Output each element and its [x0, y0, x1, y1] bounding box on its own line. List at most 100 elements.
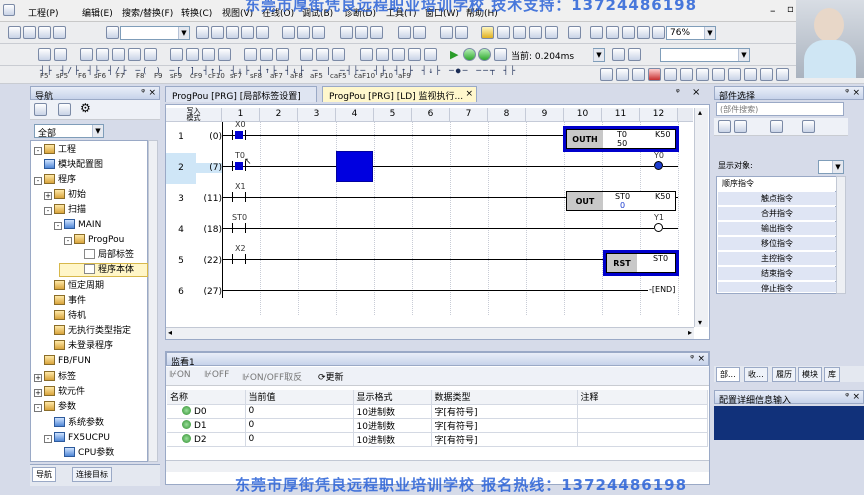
cross-ref-icon[interactable] [312, 26, 325, 39]
cell-comment[interactable] [577, 404, 708, 419]
scan-combo[interactable]: ▼ [593, 48, 605, 62]
target-combo[interactable]: ▼ [660, 48, 750, 62]
write-plc-icon[interactable] [355, 26, 368, 39]
watch-refresh-button[interactable]: ⟳更新 [318, 370, 344, 383]
pin-icon[interactable]: ᵠ [141, 88, 145, 98]
col-name[interactable]: 名称 [167, 390, 246, 405]
module-status-icon[interactable] [628, 48, 641, 61]
label-icon[interactable] [606, 26, 619, 39]
project-combo[interactable]: ▼ [120, 26, 190, 40]
sfc-icon[interactable] [202, 48, 215, 61]
ladder-template-icon[interactable] [760, 68, 773, 81]
tree-node-program[interactable]: - 程序 [34, 174, 76, 186]
rebuild-icon[interactable] [144, 48, 157, 61]
undo-icon[interactable] [241, 26, 254, 39]
tree-node-labels[interactable]: + 标签 [34, 371, 76, 383]
ladder-option-icon[interactable] [776, 68, 789, 81]
parts-tile-icon[interactable] [734, 120, 747, 133]
watch-on-button[interactable]: ⊮ON [169, 370, 191, 380]
collapse-icon[interactable]: - [64, 237, 72, 245]
scroll-right-icon[interactable]: ▸ [688, 328, 692, 337]
tab-local-label[interactable]: ProgPou [PRG] [局部标签设置] [165, 86, 317, 102]
col-display-format[interactable]: 显示格式 [353, 390, 432, 405]
verify-plc-icon[interactable] [370, 26, 383, 39]
menu-convert[interactable]: 转换(C) [181, 6, 212, 19]
ladder-line-icon[interactable] [632, 68, 645, 81]
watch-row[interactable]: D1 0 10进制数 字[有符号] [167, 418, 708, 433]
menu-project[interactable]: 工程(P) [28, 6, 58, 19]
new-project-icon[interactable] [8, 26, 21, 39]
cell-comment[interactable] [577, 432, 708, 447]
coil-y1[interactable] [654, 223, 663, 232]
parts-pin-icon[interactable]: ᵠ [845, 88, 849, 98]
editor-hscrollbar[interactable]: ◂ ▸ [166, 327, 694, 339]
comment-icon[interactable] [244, 48, 257, 61]
parts-item[interactable]: 结束指令 [718, 267, 836, 281]
nav-close-icon[interactable]: × [148, 88, 156, 98]
note-icon[interactable] [276, 48, 289, 61]
tree-node-event[interactable]: 事件 [44, 295, 86, 307]
nav-filter-select[interactable]: 全部 ▼ [34, 124, 104, 139]
device-display-icon[interactable] [300, 48, 313, 61]
statement-icon[interactable] [260, 48, 273, 61]
watch-window-icon[interactable] [440, 26, 453, 39]
tree-node-no-exec-type[interactable]: 无执行类型指定 [44, 325, 131, 337]
cell-format[interactable]: 10进制数 [353, 432, 432, 447]
tree-node-system-param[interactable]: 系统参数 [54, 417, 104, 429]
find-icon[interactable] [282, 26, 295, 39]
write-mode-icon[interactable] [316, 48, 329, 61]
tab-close-icon[interactable]: × [465, 89, 473, 99]
cell-value[interactable]: 0 [245, 418, 354, 433]
step-icon[interactable] [424, 48, 437, 61]
monitor-mode-icon[interactable] [360, 48, 373, 61]
editor-pin-icon[interactable]: ᵠ [676, 88, 680, 98]
intelligent-function-icon[interactable] [568, 26, 581, 39]
fb-icon[interactable] [54, 48, 67, 61]
parts-show-select[interactable]: ▼ [818, 160, 844, 174]
contact-x1[interactable] [232, 192, 246, 202]
tab-parts[interactable]: 部... [716, 367, 740, 382]
detail-pin-icon[interactable]: ᵠ [845, 392, 849, 402]
parts-category[interactable]: 顺序指令 [718, 177, 836, 191]
contact-x2[interactable] [232, 254, 246, 264]
pause-icon[interactable] [494, 48, 507, 61]
tree-node-fb-fun[interactable]: FB/FUN [34, 355, 91, 367]
zoom-out-icon[interactable] [637, 26, 650, 39]
collapse-icon[interactable]: - [34, 147, 42, 155]
tab-history[interactable]: 履历 [772, 367, 796, 382]
cpu-status-icon[interactable] [612, 48, 625, 61]
save-icon[interactable] [38, 26, 51, 39]
tree-node-cpu-param[interactable]: CPU参数 [64, 447, 114, 459]
simulator-stop-icon[interactable] [408, 48, 421, 61]
online-change-icon[interactable] [112, 48, 125, 61]
simulator-start-icon[interactable] [392, 48, 405, 61]
zoom-combo[interactable]: 76% ▼ [666, 26, 716, 40]
nav-filter-icon[interactable] [58, 103, 71, 116]
collapse-icon[interactable]: - [34, 404, 42, 412]
cell-value[interactable]: 0 [245, 432, 354, 447]
network-config-icon[interactable] [513, 26, 526, 39]
parts-list-icon[interactable] [718, 120, 731, 133]
parts-close-icon[interactable]: × [852, 88, 860, 98]
find-device-icon[interactable] [297, 26, 310, 39]
instruction-out[interactable]: OUT ST0 0 K50 [566, 191, 676, 211]
detail-close-icon[interactable]: × [852, 392, 860, 402]
restore-icon[interactable]: ▫ [787, 4, 794, 15]
monitor-write-icon[interactable] [376, 48, 389, 61]
tab-module[interactable]: 模块 [798, 367, 822, 382]
parts-scrollbar[interactable] [836, 176, 846, 294]
tree-node-initial[interactable]: + 初始 [44, 189, 86, 201]
tree-node-scan[interactable]: - 扫描 [44, 204, 86, 216]
col-data-type[interactable]: 数据类型 [431, 390, 578, 405]
ladder-insert-icon[interactable] [600, 68, 613, 81]
watch-close-icon[interactable]: × [697, 354, 705, 364]
ladder-fb-icon[interactable] [696, 68, 709, 81]
zoom-in-icon[interactable] [622, 26, 635, 39]
minimize-icon[interactable]: – [770, 4, 776, 17]
expand-icon[interactable]: + [34, 374, 42, 382]
nav-view-icon[interactable] [34, 103, 47, 116]
library-icon[interactable] [590, 26, 603, 39]
collapse-icon[interactable]: - [44, 207, 52, 215]
help-icon[interactable] [106, 26, 119, 39]
cell-format[interactable]: 10进制数 [353, 404, 432, 419]
